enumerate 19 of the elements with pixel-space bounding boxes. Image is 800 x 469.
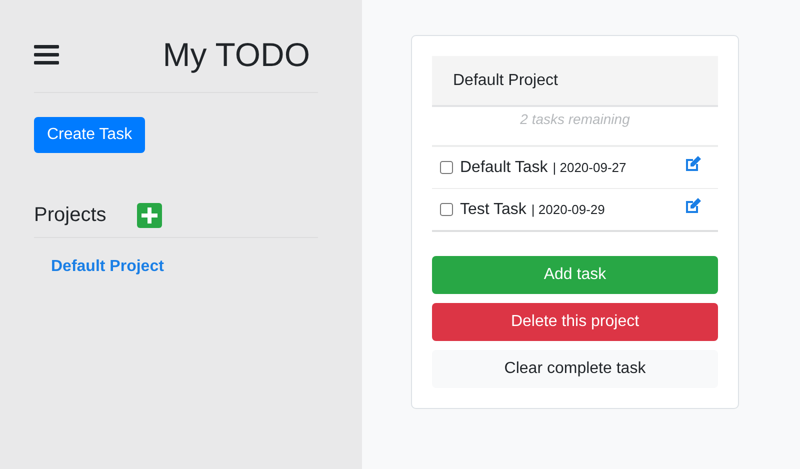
app-title: My TODO (162, 36, 310, 74)
project-header: Default Project (432, 56, 718, 107)
task-name: Test Task (460, 200, 526, 218)
edit-icon[interactable] (684, 154, 702, 172)
task-date: | 2020-09-27 (552, 160, 626, 175)
project-link[interactable]: Default Project (51, 258, 164, 275)
edit-icon[interactable] (684, 196, 702, 214)
task-checkbox[interactable] (440, 203, 453, 216)
clear-button[interactable]: Clear complete task (432, 350, 718, 388)
task-checkbox[interactable] (440, 161, 453, 174)
create-task-button[interactable]: Create Task (34, 117, 146, 153)
task-date: | 2020-09-29 (531, 202, 605, 217)
menu-icon[interactable] (34, 45, 59, 65)
delete-button[interactable]: Delete this project (432, 303, 718, 341)
add-project-icon[interactable] (137, 203, 162, 228)
task-name: Default Task (460, 158, 548, 176)
remaining-count: 2 tasks remaining (519, 110, 631, 129)
add-task-button[interactable]: Add task (432, 256, 718, 294)
projects-heading: Projects (34, 204, 106, 227)
